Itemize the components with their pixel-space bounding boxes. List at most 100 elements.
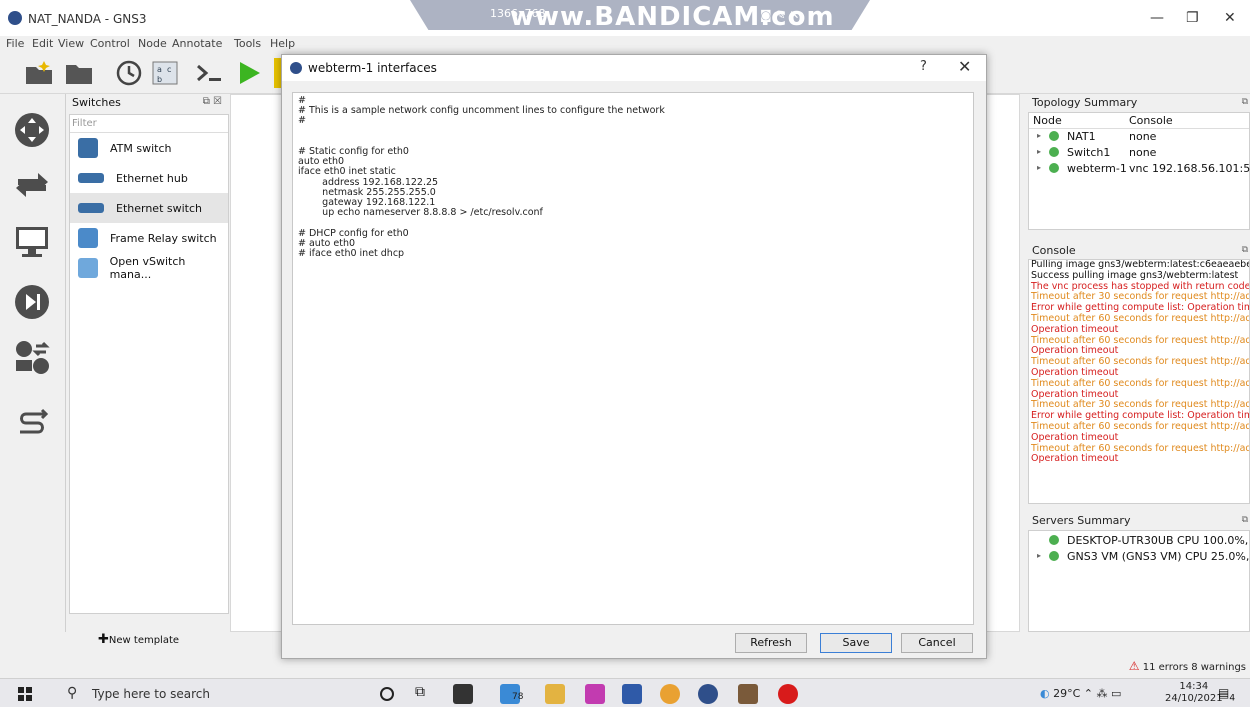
menu-edit[interactable]: Edit	[32, 37, 53, 50]
dialog-close-button[interactable]: ✕	[958, 57, 971, 76]
minimize-icon[interactable]: —	[1150, 10, 1164, 26]
switches-icon[interactable]	[14, 167, 50, 203]
weather-widget[interactable]: ◐ 29°C ⌃ ⁂ ▭	[1040, 687, 1121, 700]
topology-summary-table: Node Console ▸ NAT1 none ▸ Switch1 none …	[1028, 112, 1250, 230]
system-clock[interactable]: 14:34 24/10/2021	[1165, 681, 1223, 705]
menu-file[interactable]: File	[6, 37, 24, 50]
table-row[interactable]: ▸ webterm-1 vnc 192.168.56.101:5900	[1029, 161, 1250, 177]
ethernet-hub-icon	[78, 173, 104, 183]
config-text-editor[interactable]: # # This is a sample network config unco…	[292, 92, 974, 625]
console-output[interactable]: Pulling image gns3/webterm:latest:c6eaea…	[1028, 259, 1250, 504]
menu-control[interactable]: Control	[90, 37, 130, 50]
close-icon[interactable]: ✕	[1224, 10, 1236, 26]
frame-relay-switch-icon	[78, 228, 98, 248]
console-line: Success pulling image gns3/webterm:lates…	[1031, 269, 1239, 281]
mail-badge: 78	[512, 692, 524, 702]
menu-node[interactable]: Node	[138, 37, 167, 50]
panel-float-close-icon[interactable]: ⧉ ☒	[203, 96, 222, 107]
list-item-frame-relay-switch[interactable]: Frame Relay switch	[70, 223, 228, 253]
new-template-button[interactable]: ✚New template	[98, 632, 179, 647]
atm-switch-icon	[78, 138, 98, 158]
console-line: Operation timeout	[1031, 431, 1119, 443]
cancel-button[interactable]: Cancel	[901, 633, 973, 653]
errors-warnings-indicator[interactable]: ⚠ 11 errors 8 warnings	[1129, 659, 1246, 673]
end-devices-icon[interactable]	[14, 224, 50, 260]
file-explorer-icon[interactable]	[545, 684, 565, 704]
switches-panel-title: Switches	[72, 96, 121, 109]
recorder-camera-icon[interactable]: ◙ ✎ ✕	[760, 8, 799, 22]
gns3-dialog-icon	[290, 62, 302, 74]
panel-float-icon[interactable]: ⧉	[1242, 515, 1248, 525]
status-green-icon	[1049, 131, 1059, 141]
svg-text:a: a	[157, 65, 162, 74]
save-button[interactable]: Save	[820, 633, 892, 653]
plus-icon: ✚	[98, 632, 109, 647]
restore-icon[interactable]: ❐	[1186, 10, 1199, 26]
help-button[interactable]: ?	[920, 59, 927, 74]
list-item-open-vswitch[interactable]: Open vSwitch mana...	[70, 253, 228, 283]
console-connect-icon[interactable]	[194, 59, 224, 87]
windows-start-icon[interactable]	[18, 687, 32, 701]
window-titlebar: NAT_NANDA - GNS3 1366x768 www.BANDICAM.c…	[0, 0, 1250, 36]
list-item[interactable]: ▸ GNS3 VM (GNS3 VM) CPU 25.0%, R...	[1029, 549, 1250, 565]
menu-annotate[interactable]: Annotate	[172, 37, 222, 50]
chrome-icon[interactable]	[660, 684, 680, 704]
table-row[interactable]: ▸ NAT1 none	[1029, 129, 1249, 145]
tray-icons[interactable]: ⌃ ⁂ ▭	[1084, 687, 1122, 700]
refresh-button[interactable]: Refresh	[735, 633, 807, 653]
clock-icon[interactable]	[114, 59, 144, 87]
open-vswitch-icon	[78, 258, 98, 278]
svg-text:c: c	[167, 65, 171, 74]
table-row[interactable]: ▸ Switch1 none	[1029, 145, 1249, 161]
snapshot-icon[interactable]: a cb	[150, 59, 180, 87]
cortana-icon[interactable]	[380, 687, 394, 701]
menu-help[interactable]: Help	[270, 37, 295, 50]
list-item[interactable]: DESKTOP-UTR30UB CPU 100.0%, RA...	[1029, 533, 1250, 549]
filter-input[interactable]: Filter	[70, 115, 228, 133]
list-item-atm-switch[interactable]: ATM switch	[70, 133, 228, 163]
windows-taskbar: ⚲ Type here to search ⧉ 78 ◐ 29°C ⌃ ⁂ ▭ …	[0, 678, 1250, 707]
record-icon[interactable]	[778, 684, 798, 704]
menu-tools[interactable]: Tools	[234, 37, 261, 50]
new-project-icon[interactable]	[24, 59, 54, 87]
search-icon: ⚲	[67, 685, 78, 701]
console-line: Operation timeout	[1031, 453, 1119, 465]
menubar: File Edit View Control Node Annotate Too…	[0, 36, 1250, 52]
open-project-icon[interactable]	[64, 59, 94, 87]
store-icon[interactable]	[453, 684, 473, 704]
interfaces-dialog: webterm-1 interfaces ? ✕ # # This is a s…	[281, 54, 987, 659]
list-item-ethernet-switch[interactable]: Ethernet switch	[70, 193, 228, 223]
task-view-icon[interactable]: ⧉	[415, 684, 435, 704]
all-devices-icon[interactable]	[14, 339, 50, 375]
office-icon[interactable]	[585, 684, 605, 704]
panel-float-icon[interactable]: ⧉	[1242, 245, 1248, 255]
list-item-ethernet-hub[interactable]: Ethernet hub	[70, 163, 228, 193]
expand-arrow-icon[interactable]: ▸	[1037, 131, 1041, 140]
warning-icon: ⚠	[1128, 659, 1140, 673]
routers-icon[interactable]	[14, 112, 50, 148]
taskbar-search-input[interactable]: Type here to search	[92, 687, 210, 701]
expand-arrow-icon[interactable]: ▸	[1037, 147, 1041, 156]
console-line: Operation timeout	[1031, 323, 1119, 335]
gns3-app-icon	[8, 11, 22, 25]
device-type-strip	[0, 94, 66, 632]
start-all-icon[interactable]	[234, 59, 264, 87]
expand-arrow-icon[interactable]: ▸	[1037, 163, 1041, 172]
svg-text:b: b	[157, 75, 162, 84]
virtualbox-icon[interactable]	[622, 684, 642, 704]
console-lines: Pulling image gns3/webterm:latest:c6eaea…	[1029, 260, 1249, 465]
panel-float-icon[interactable]: ⧉	[1242, 97, 1248, 107]
security-devices-icon[interactable]	[14, 284, 50, 320]
notification-center-icon[interactable]: ▤4	[1218, 686, 1235, 703]
right-dock: Topology Summary ⧉ Node Console ▸ NAT1 n…	[1024, 94, 1250, 632]
app-icon[interactable]	[738, 684, 758, 704]
column-console: Console	[1129, 114, 1173, 127]
menu-view[interactable]: View	[58, 37, 84, 50]
console-title: Console	[1032, 244, 1076, 257]
topology-table-header: Node Console	[1029, 113, 1249, 129]
add-link-icon[interactable]	[14, 406, 50, 442]
gns3-taskbar-icon[interactable]	[698, 684, 718, 704]
window-title: NAT_NANDA - GNS3	[28, 12, 147, 26]
ethernet-switch-icon	[78, 203, 104, 213]
expand-arrow-icon[interactable]: ▸	[1037, 551, 1041, 560]
